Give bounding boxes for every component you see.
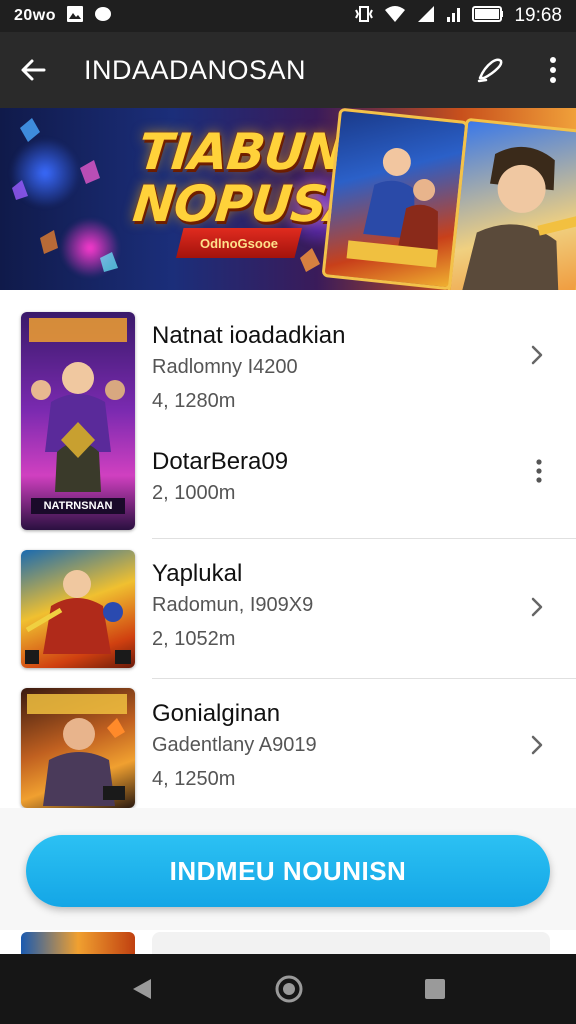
image-icon	[66, 5, 84, 28]
back-arrow-icon[interactable]	[18, 55, 48, 85]
list-item-partial-body	[152, 932, 550, 954]
edit-icon[interactable]	[474, 54, 506, 86]
item-subtitle: Gadentlany A9019	[152, 734, 317, 756]
nav-back-icon[interactable]	[129, 976, 155, 1002]
item-meta: 2, 1052m	[152, 628, 236, 650]
page-title: INDAADANOSAN	[84, 54, 307, 85]
game-thumbnail	[21, 550, 135, 668]
list-item[interactable]: Yaplukal Radomun, I909X9 2, 1052m	[0, 540, 576, 679]
game-thumbnail: NATRNSNAN	[21, 312, 135, 530]
chevron-right-icon[interactable]	[526, 344, 548, 366]
app-bar: INDAADANOSAN	[0, 32, 576, 108]
status-bar: 20ᴡᴏ 19:68	[0, 0, 576, 32]
item-subtitle: Radomun, I909X9	[152, 594, 314, 616]
divider	[152, 538, 576, 539]
promo-banner[interactable]: TIABUN! NOPUSAN OdlnoGsooe	[0, 108, 576, 290]
list-item[interactable]: Gonialginan Gadentlany A9019 4, 1250m	[0, 680, 576, 810]
notification-dot-icon	[94, 5, 112, 28]
item-meta: 4, 1280m	[152, 390, 236, 412]
more-vert-icon[interactable]	[548, 55, 558, 85]
item-subtitle: Radlomny I4200	[152, 356, 298, 378]
signal-icon-2	[446, 5, 462, 28]
more-vert-icon[interactable]	[534, 458, 544, 483]
status-time-right: 19:68	[514, 5, 562, 26]
item-meta: 4, 1250m	[152, 768, 236, 790]
chevron-right-icon[interactable]	[526, 596, 548, 618]
item-secondary-meta: 2, 1000m	[152, 482, 236, 504]
signal-icon	[416, 5, 436, 28]
nav-home-icon[interactable]	[274, 974, 304, 1004]
system-nav-bar	[0, 954, 576, 1024]
divider	[152, 678, 576, 679]
battery-icon	[472, 5, 504, 28]
game-thumbnail	[21, 688, 135, 808]
wifi-icon	[384, 5, 406, 28]
item-secondary-title: DotarBera09	[152, 448, 289, 475]
nav-recents-icon[interactable]	[423, 977, 447, 1001]
chevron-right-icon[interactable]	[526, 734, 548, 756]
game-thumbnail	[21, 932, 135, 954]
thumbnail-caption: NATRNSNAN	[43, 500, 113, 512]
item-title: Yaplukal	[152, 560, 243, 587]
banner-card-art-1	[321, 108, 469, 290]
banner-ribbon: OdlnoGsooe	[176, 228, 302, 258]
item-title: Natnat ioadadkian	[152, 322, 346, 349]
primary-action-button[interactable]: INDMEU NOUNISN	[26, 835, 550, 907]
banner-card-art-2	[446, 117, 576, 290]
list-item[interactable]: NATRNSNAN Natnat ioadadkian Radlomny I42…	[0, 290, 576, 539]
item-title: Gonialginan	[152, 700, 281, 727]
status-time-left: 20ᴡᴏ	[14, 7, 57, 24]
vibrate-icon	[354, 5, 374, 28]
